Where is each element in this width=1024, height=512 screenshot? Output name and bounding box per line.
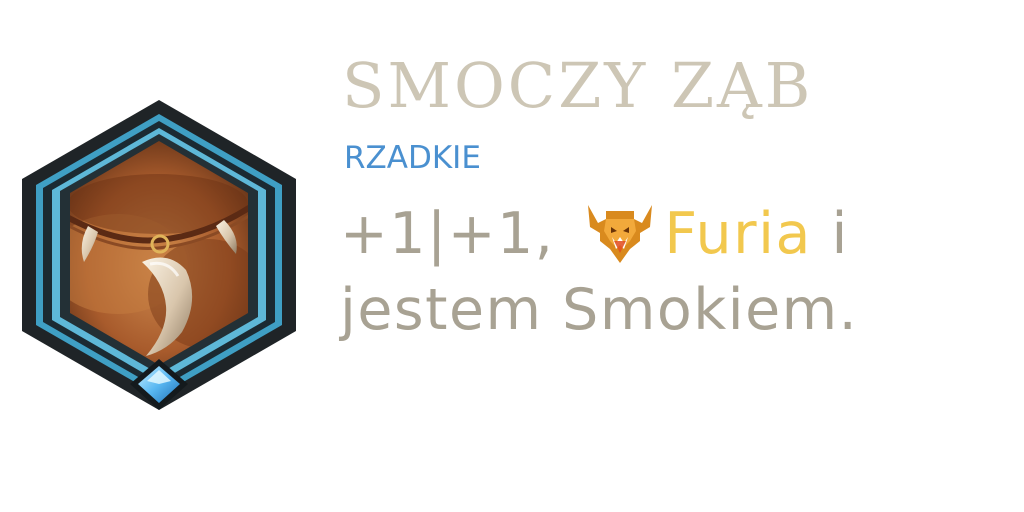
item-title: SMOCZY ZĄB [342, 49, 814, 122]
item-description: +1|+1, Furia i jestem Smokiem. [340, 196, 1000, 348]
description-line-2: jestem Smokiem. [340, 277, 859, 343]
fury-keyword-icon [584, 197, 656, 265]
fury-keyword: Furia [664, 201, 812, 267]
rarity-label: RZADKIE [344, 140, 481, 176]
item-card: SMOCZY ZĄB RZADKIE +1|+1, Furia i jestem… [0, 0, 1024, 512]
description-line-1: +1|+1, Furia i [340, 196, 1000, 272]
dragon-tooth-necklace-icon [18, 94, 302, 418]
conjunction-text: i [831, 201, 849, 267]
stats-text: +1|+1, [340, 201, 555, 267]
